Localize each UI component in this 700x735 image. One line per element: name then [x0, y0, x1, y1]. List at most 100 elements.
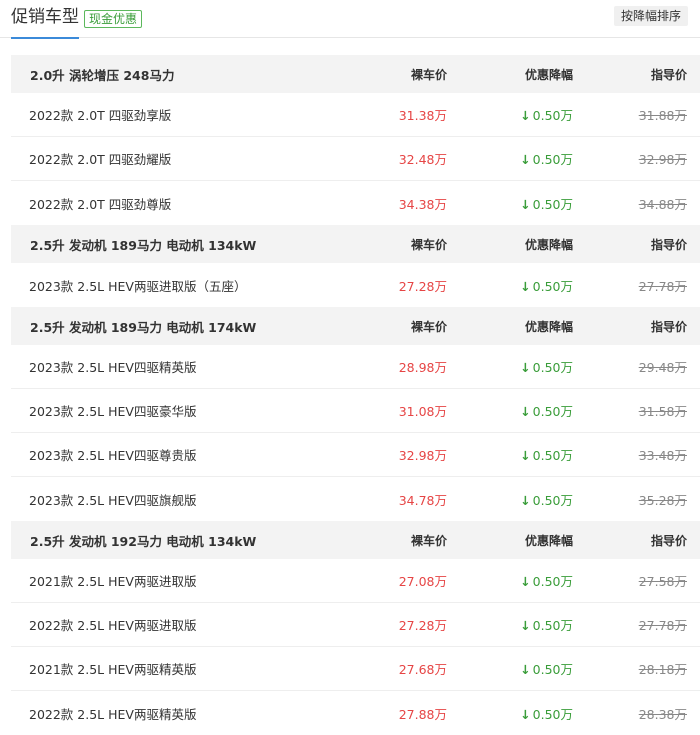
group-header-row: 2.5升 发动机 192马力 电动机 134kW 裸车价 优惠降幅 指导价 — [11, 521, 700, 559]
sort-by-discount-button[interactable]: 按降幅排序 — [613, 6, 688, 26]
arrow-down-icon: ↓ — [520, 448, 531, 463]
table-row[interactable]: 2023款 2.5L HEV四驱精英版 28.98万 ↓ 0.50万 29.48万 — [11, 345, 700, 389]
discount-value: 0.50万 — [532, 278, 573, 294]
column-header-guide: 指导价 — [650, 533, 687, 548]
discount-wrap: ↓ 0.50万 — [520, 404, 573, 419]
price-cell: 31.38万 — [371, 105, 447, 124]
discount-value: 0.50万 — [532, 492, 573, 508]
discount-wrap: ↓ 0.50万 — [520, 360, 573, 375]
table-row[interactable]: 2021款 2.5L HEV两驱精英版 27.68万 ↓ 0.50万 28.18万 — [11, 647, 700, 691]
model-name[interactable]: 2022款 2.5L HEV两驱进取版 — [11, 615, 371, 634]
guide-cell: 27.78万 — [573, 615, 687, 634]
table-row[interactable]: 2023款 2.5L HEV四驱旗舰版 34.78万 ↓ 0.50万 35.28万 — [11, 477, 700, 521]
column-header-guide: 指导价 — [650, 67, 687, 82]
column-header-discount: 优惠降幅 — [524, 533, 573, 548]
model-name[interactable]: 2023款 2.5L HEV四驱旗舰版 — [11, 490, 371, 509]
price-cell: 34.38万 — [371, 194, 447, 213]
arrow-down-icon: ↓ — [520, 574, 531, 589]
discount-value: 0.50万 — [532, 360, 573, 375]
table-row[interactable]: 2022款 2.5L HEV两驱精英版 27.88万 ↓ 0.50万 28.38万 — [11, 691, 700, 735]
arrow-down-icon: ↓ — [520, 492, 531, 508]
model-name[interactable]: 2022款 2.5L HEV两驱精英版 — [11, 704, 371, 723]
column-header-discount: 优惠降幅 — [524, 319, 573, 334]
price-cell: 28.98万 — [371, 357, 447, 376]
bare-price: 31.38万 — [398, 108, 447, 123]
arrow-down-icon: ↓ — [520, 108, 531, 123]
guide-price: 31.88万 — [638, 108, 687, 123]
discount-cell: ↓ 0.50万 — [447, 149, 573, 168]
guide-cell: 27.58万 — [573, 571, 687, 590]
discount-value: 0.50万 — [532, 108, 573, 123]
model-name[interactable]: 2022款 2.0T 四驱劲享版 — [11, 105, 371, 124]
price-cell: 32.48万 — [371, 149, 447, 168]
group-header-row: 2.0升 涡轮增压 248马力 裸车价 优惠降幅 指导价 — [11, 55, 700, 93]
table-row[interactable]: 2023款 2.5L HEV四驱豪华版 31.08万 ↓ 0.50万 31.58万 — [11, 389, 700, 433]
column-header-discount: 优惠降幅 — [524, 67, 573, 82]
model-name[interactable]: 2021款 2.5L HEV两驱精英版 — [11, 659, 371, 678]
bare-price: 34.38万 — [398, 196, 447, 212]
bare-price: 27.28万 — [398, 278, 447, 294]
table-row[interactable]: 2022款 2.5L HEV两驱进取版 27.28万 ↓ 0.50万 27.78万 — [11, 603, 700, 647]
price-cell: 27.08万 — [371, 571, 447, 590]
price-cell: 32.98万 — [371, 445, 447, 464]
arrow-down-icon: ↓ — [520, 152, 531, 167]
model-name[interactable]: 2021款 2.5L HEV两驱进取版 — [11, 571, 371, 590]
discount-cell: ↓ 0.50万 — [447, 401, 573, 420]
arrow-down-icon: ↓ — [520, 706, 531, 722]
arrow-down-icon: ↓ — [520, 360, 531, 375]
group-header-row: 2.5升 发动机 189马力 电动机 174kW 裸车价 优惠降幅 指导价 — [11, 307, 700, 345]
discount-wrap: ↓ 0.50万 — [520, 574, 573, 589]
guide-cell: 27.78万 — [573, 276, 687, 295]
discount-cell: ↓ 0.50万 — [447, 194, 573, 213]
model-name[interactable]: 2023款 2.5L HEV四驱精英版 — [11, 357, 371, 376]
column-header-price: 裸车价 — [410, 67, 447, 82]
arrow-down-icon: ↓ — [520, 278, 531, 294]
page-title: 促销车型 — [11, 7, 79, 27]
group-engine-spec: 2.5升 发动机 189马力 电动机 174kW — [30, 319, 257, 335]
column-header-price: 裸车价 — [410, 237, 447, 252]
guide-price: 27.78万 — [638, 278, 687, 294]
guide-price: 35.28万 — [638, 492, 687, 508]
guide-cell: 28.38万 — [573, 704, 687, 723]
discount-cell: ↓ 0.50万 — [447, 445, 573, 464]
model-name[interactable]: 2023款 2.5L HEV四驱豪华版 — [11, 401, 371, 420]
price-cell: 27.28万 — [371, 276, 447, 295]
bare-price: 27.08万 — [398, 574, 447, 589]
guide-price: 27.58万 — [638, 574, 687, 589]
guide-price: 34.88万 — [638, 196, 687, 212]
guide-cell: 33.48万 — [573, 445, 687, 464]
model-name[interactable]: 2023款 2.5L HEV四驱尊贵版 — [11, 445, 371, 464]
price-cell: 27.28万 — [371, 615, 447, 634]
table-row[interactable]: 2022款 2.0T 四驱劲享版 31.38万 ↓ 0.50万 31.88万 — [11, 93, 700, 137]
bare-price: 27.88万 — [398, 706, 447, 722]
table-row[interactable]: 2022款 2.0T 四驱劲耀版 32.48万 ↓ 0.50万 32.98万 — [11, 137, 700, 181]
price-cell: 34.78万 — [371, 490, 447, 509]
discount-wrap: ↓ 0.50万 — [520, 707, 573, 722]
promo-table: 2.0升 涡轮增压 248马力 裸车价 优惠降幅 指导价 2022款 2.0T 四驱劲享… — [11, 55, 700, 735]
bare-price: 34.78万 — [398, 492, 447, 508]
column-header-guide: 指导价 — [650, 319, 687, 334]
discount-value: 0.50万 — [532, 574, 573, 589]
tab-promo-models[interactable]: 促销车型 — [11, 6, 79, 39]
model-name[interactable]: 2023款 2.5L HEV两驱进取版（五座） — [11, 276, 371, 295]
table-row[interactable]: 2023款 2.5L HEV四驱尊贵版 32.98万 ↓ 0.50万 33.48万 — [11, 433, 700, 477]
discount-value: 0.50万 — [532, 404, 573, 419]
guide-cell: 34.88万 — [573, 194, 687, 213]
table-row[interactable]: 2023款 2.5L HEV两驱进取版（五座） 27.28万 ↓ 0.50万 27.78… — [11, 263, 700, 307]
guide-cell: 31.58万 — [573, 401, 687, 420]
discount-wrap: ↓ 0.50万 — [520, 197, 573, 212]
table-row[interactable]: 2021款 2.5L HEV两驱进取版 27.08万 ↓ 0.50万 27.58万 — [11, 559, 700, 603]
arrow-down-icon: ↓ — [520, 618, 531, 633]
guide-price: 31.58万 — [638, 404, 687, 419]
column-header-price: 裸车价 — [410, 533, 447, 548]
tab-active-indicator — [11, 37, 79, 39]
model-name[interactable]: 2022款 2.0T 四驱劲耀版 — [11, 149, 371, 168]
discount-cell: ↓ 0.50万 — [447, 490, 573, 509]
model-name[interactable]: 2022款 2.0T 四驱劲尊版 — [11, 194, 371, 213]
promo-header: 促销车型 现金优惠 按降幅排序 — [0, 0, 700, 39]
table-row[interactable]: 2022款 2.0T 四驱劲尊版 34.38万 ↓ 0.50万 34.88万 — [11, 181, 700, 225]
guide-price: 32.98万 — [638, 152, 687, 167]
bare-price: 27.68万 — [398, 662, 447, 677]
price-cell: 31.08万 — [371, 401, 447, 420]
discount-value: 0.50万 — [532, 618, 573, 633]
